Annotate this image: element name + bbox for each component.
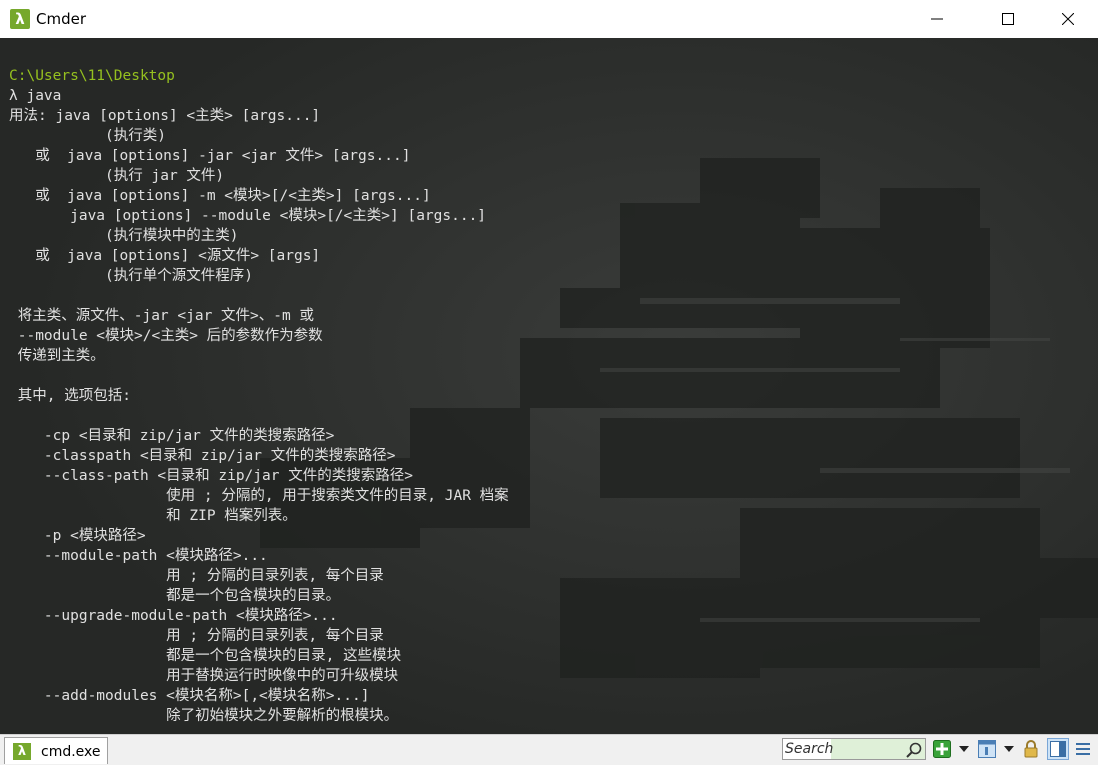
menu-icon [1076,743,1090,755]
terminal-console[interactable]: C:\Users\11\Desktop λ java 用法: java [optio… [0,38,1098,734]
console-line: -p <模块路径> [9,528,146,544]
console-line: 传递到主类。 [9,348,105,364]
title-bar[interactable]: λ Cmder [0,0,1098,38]
cmder-tab-icon: λ [13,743,31,760]
console-line: C:\Users\11\Desktop [9,68,175,84]
console-dropdown-icon[interactable] [959,746,969,752]
console-line: 将主类、源文件、-jar <jar 文件>、-m 或 [9,308,314,324]
split-view-icon [1050,741,1066,757]
console-line: 用 ; 分隔的目录列表, 每个目录 [9,628,384,644]
status-bar: λ cmd.exe [0,734,1098,765]
new-console-icon [933,740,951,758]
window-title: Cmder [36,10,87,28]
search-box[interactable] [782,738,926,760]
console-tab[interactable]: λ cmd.exe [4,737,108,764]
console-line: (执行类) [9,128,166,144]
console-line: 或 java [options] -m <模块>[/<主类>] [args...… [9,188,431,204]
console-line: java [options] --module <模块>[/<主类>] [arg… [9,208,487,224]
console-line: --add-modules <模块名称>[,<模块名称>...] [9,688,370,704]
maximize-icon [1002,13,1014,25]
console-line: 用法: java [options] <主类> [args...] [9,108,321,124]
console-line: 都是一个包含模块的目录。 [9,588,341,604]
split-view-button[interactable] [1047,738,1069,760]
console-line: λ java [9,88,62,104]
console-line: (执行单个源文件程序) [9,268,253,284]
lock-icon [1024,740,1038,758]
console-line: 使用 ; 分隔的, 用于搜索类文件的目录, JAR 档案 [9,488,509,504]
window-list-dropdown-icon[interactable] [1004,746,1014,752]
new-console-button[interactable] [932,739,952,759]
console-line: 用于替换运行时映像中的可升级模块 [9,668,399,684]
minimize-button[interactable] [914,0,960,38]
window-list-button[interactable] [977,739,997,759]
console-output: C:\Users\11\Desktop λ java 用法: java [optio… [9,66,509,726]
window-list-icon [978,740,996,758]
console-line: (执行模块中的主类) [9,228,239,244]
search-icon[interactable] [905,741,923,759]
close-icon [1062,13,1074,25]
cmder-app-icon[interactable]: λ [10,9,30,29]
close-button[interactable] [1045,0,1091,38]
console-line: 或 java [options] -jar <jar 文件> [args...] [9,148,411,164]
console-line: 除了初始模块之外要解析的根模块。 [9,708,399,724]
console-line: -classpath <目录和 zip/jar 文件的类搜索路径> [9,448,396,464]
console-line: 其中, 选项包括: [9,388,131,404]
menu-button[interactable] [1073,739,1093,759]
console-line: --module <模块>/<主类> 后的参数作为参数 [9,328,323,344]
tab-label: cmd.exe [41,744,101,760]
console-line: (执行 jar 文件) [9,168,225,184]
console-line: --module-path <模块路径>... [9,548,268,564]
console-line: -cp <目录和 zip/jar 文件的类搜索路径> [9,428,335,444]
console-line: --upgrade-module-path <模块路径>... [9,608,338,624]
console-line: 都是一个包含模块的目录, 这些模块 [9,648,402,664]
console-line: 和 ZIP 档案列表。 [9,508,297,524]
maximize-button[interactable] [985,0,1031,38]
minimize-icon [931,18,943,20]
console-line: 用 ; 分隔的目录列表, 每个目录 [9,568,384,584]
console-line: --class-path <目录和 zip/jar 文件的类搜索路径> [9,468,413,484]
search-input[interactable] [785,740,903,758]
lock-button[interactable] [1021,739,1041,759]
console-line: 或 java [options] <源文件> [args] [9,248,321,264]
